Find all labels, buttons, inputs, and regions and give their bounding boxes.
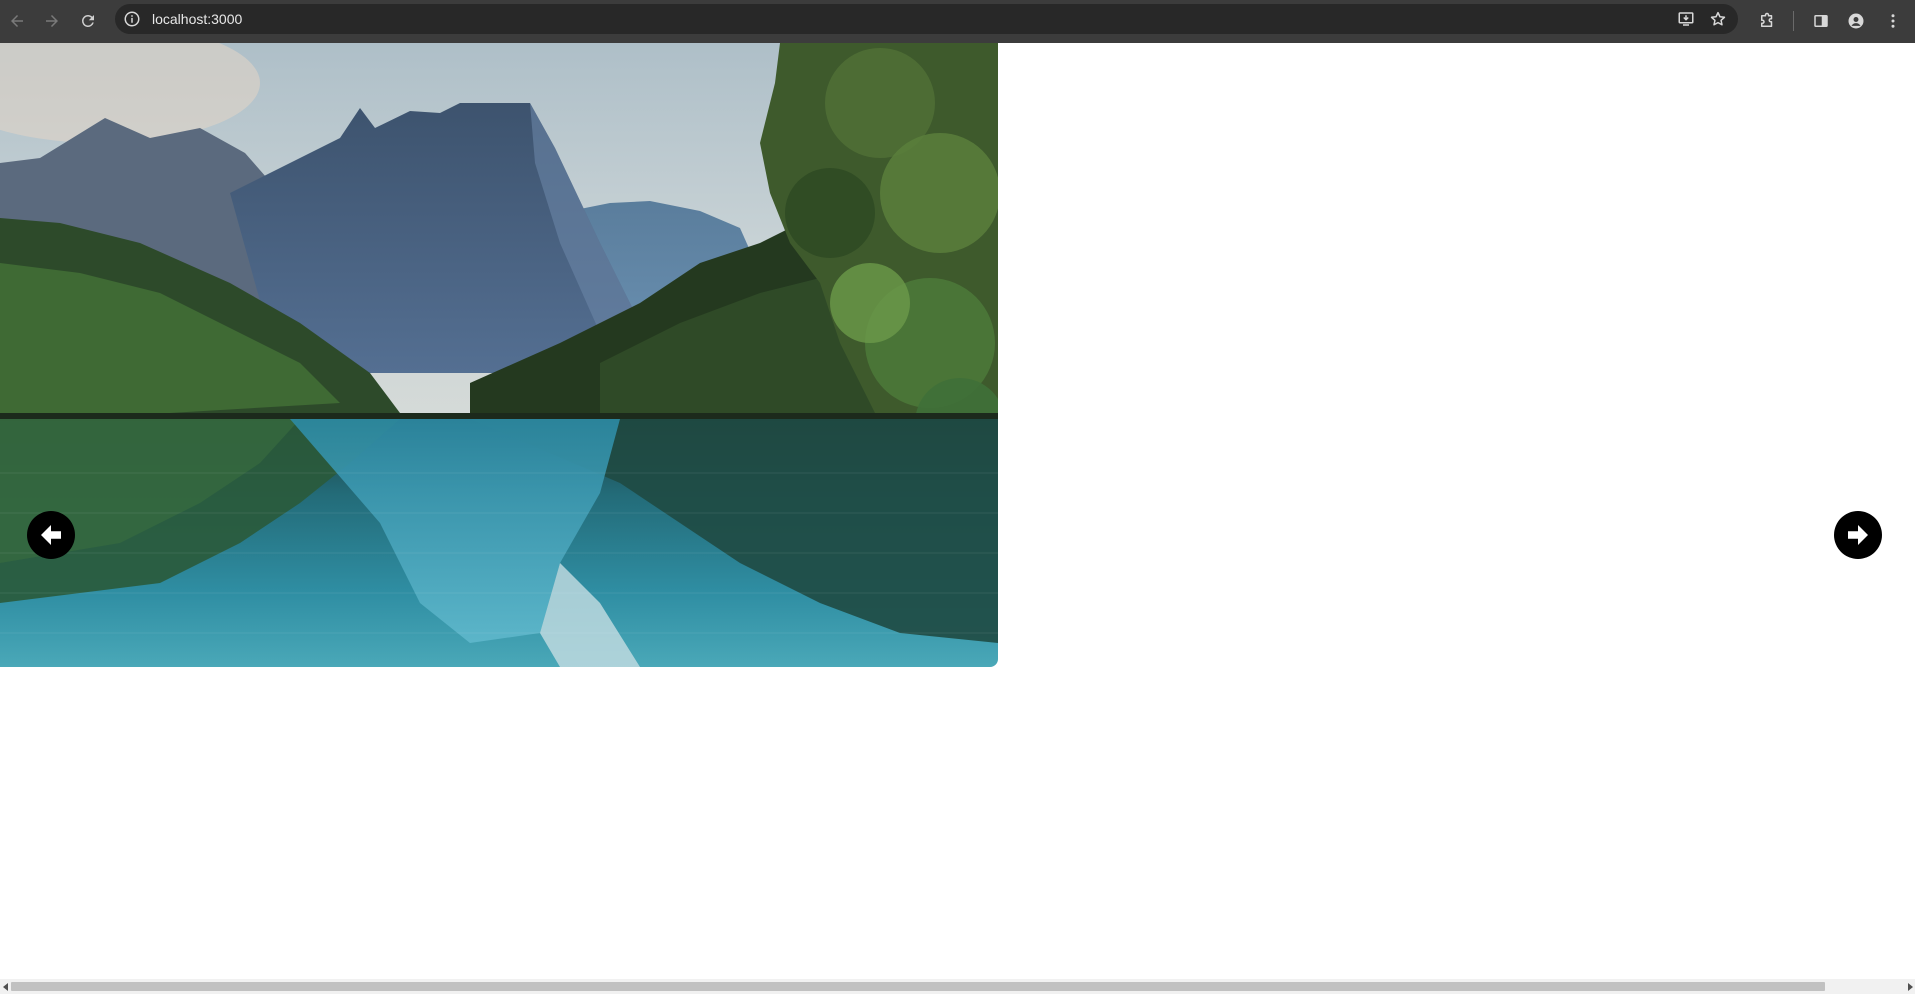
arrow-circle-left-icon xyxy=(41,525,61,545)
profile-button[interactable] xyxy=(1841,6,1871,36)
arrow-right-icon xyxy=(46,15,58,27)
profile-icon xyxy=(1848,13,1864,29)
kebab-menu-icon xyxy=(1891,14,1895,28)
horizontal-scrollbar[interactable] xyxy=(0,979,1915,994)
scrollbar-thumb[interactable] xyxy=(11,982,1825,991)
star-icon xyxy=(1710,11,1726,26)
reload-icon xyxy=(81,14,94,27)
browser-toolbar: localhost:3000 xyxy=(0,0,1915,43)
install-app-button[interactable] xyxy=(1675,8,1697,30)
puzzle-icon xyxy=(1761,12,1773,27)
install-app-icon xyxy=(1678,12,1694,26)
caret-right-icon xyxy=(1907,982,1913,991)
browser-menu-button[interactable] xyxy=(1878,6,1908,36)
info-icon[interactable] xyxy=(123,10,141,28)
mountain-lake-image xyxy=(0,43,998,667)
arrow-circle-right-icon xyxy=(1848,525,1868,545)
carousel-next-button[interactable] xyxy=(1834,511,1882,559)
reload-button[interactable] xyxy=(73,6,103,36)
carousel-prev-button[interactable] xyxy=(27,511,75,559)
carousel-slide-image xyxy=(0,43,998,667)
scroll-right-arrow[interactable] xyxy=(1904,979,1915,994)
url-text[interactable]: localhost:3000 xyxy=(152,11,242,27)
bookmark-button[interactable] xyxy=(1707,8,1729,30)
address-bar[interactable]: localhost:3000 xyxy=(115,4,1738,34)
back-button[interactable] xyxy=(2,6,32,36)
scroll-left-arrow[interactable] xyxy=(0,979,11,994)
caret-left-icon xyxy=(2,982,8,991)
forward-button[interactable] xyxy=(37,6,67,36)
toolbar-divider xyxy=(1793,11,1794,31)
arrow-left-icon xyxy=(11,15,23,27)
page-viewport xyxy=(0,43,1915,979)
extensions-button[interactable] xyxy=(1752,6,1782,36)
side-panel-button[interactable] xyxy=(1806,6,1836,36)
side-panel-icon xyxy=(1814,15,1828,27)
